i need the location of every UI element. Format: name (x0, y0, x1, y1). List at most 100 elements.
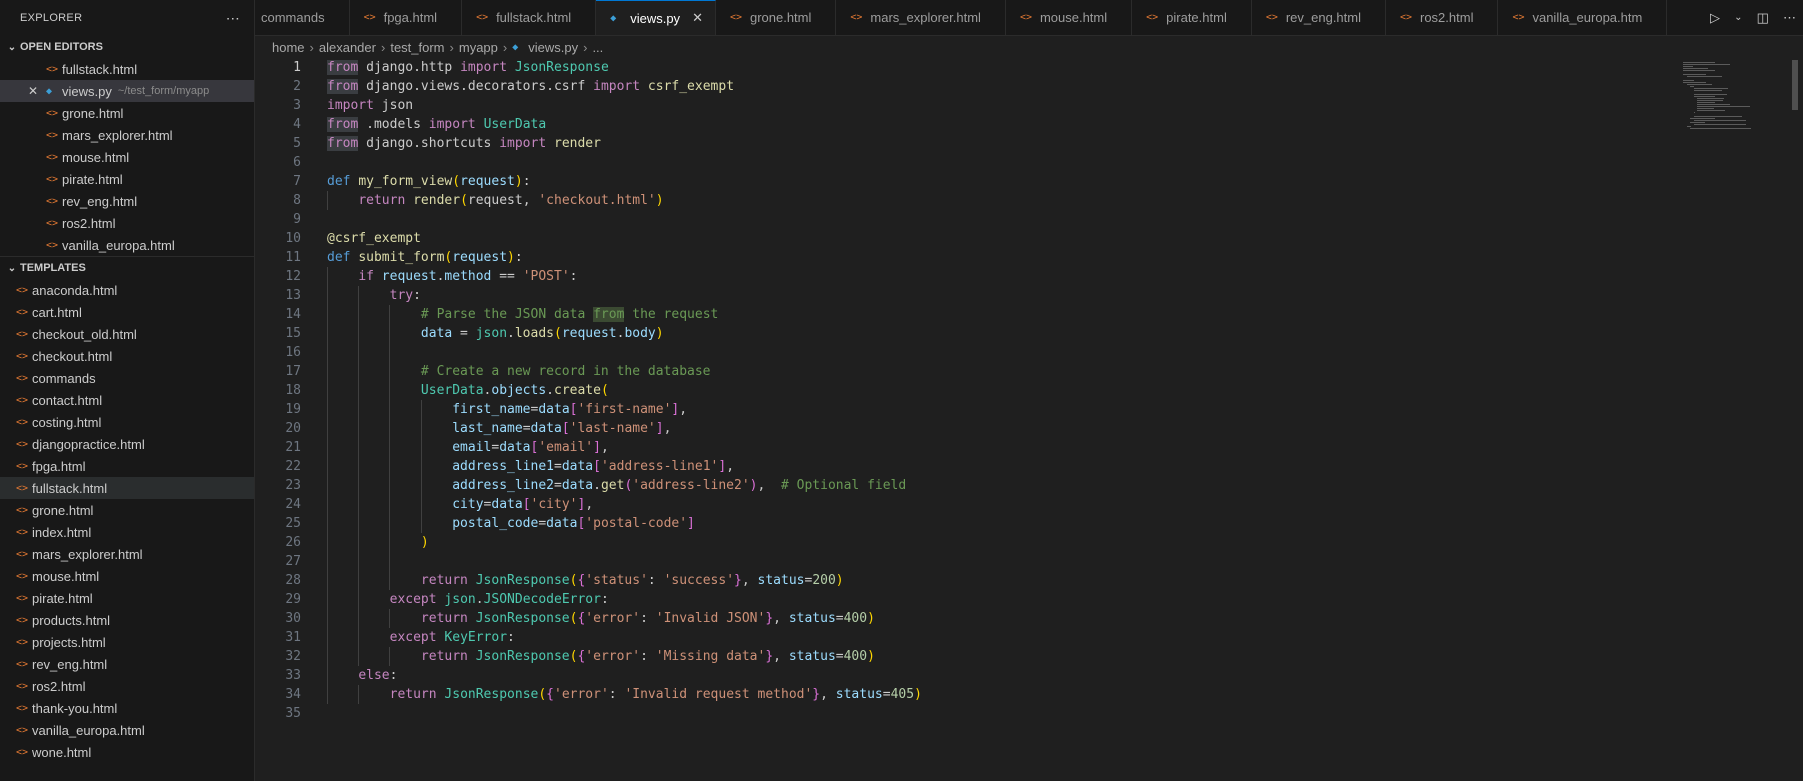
code-token: 'Missing data' (655, 649, 766, 664)
code-token: = (553, 478, 562, 493)
code-token: 'first-name' (577, 402, 672, 417)
template-file-item[interactable]: <> ros2.html (0, 675, 254, 697)
code-token: data (546, 516, 578, 531)
code-token: ) (507, 250, 515, 265)
code-editor[interactable]: 1 from django.http import JsonResponse 2 fr… (255, 58, 1675, 781)
chevron-down-icon[interactable]: ⌄ (1734, 12, 1742, 23)
code-line: 29 except json.JSONDecodeError: (255, 590, 1675, 609)
minimap-line (1693, 116, 1743, 117)
code-line: 35 (255, 704, 1675, 723)
split-editor-icon[interactable]: ◫ (1757, 10, 1769, 26)
code-token: objects (491, 383, 547, 398)
editor-actions: ▷ ⌄ ◫ ⋯ (1703, 0, 1803, 35)
code-token: import (460, 60, 508, 75)
editor-tab[interactable]: <> fpga.html (350, 0, 463, 35)
more-actions-icon[interactable]: ⋯ (226, 10, 240, 27)
template-file-item[interactable]: <> pirate.html (0, 587, 254, 609)
vertical-scrollbar[interactable] (1788, 58, 1802, 781)
open-editor-item[interactable]: <> mars_explorer.html (0, 124, 254, 146)
open-editor-item[interactable]: <> pirate.html (0, 168, 254, 190)
open-editor-item[interactable]: <> mouse.html (0, 146, 254, 168)
template-file-item[interactable]: <> index.html (0, 521, 254, 543)
open-editor-item[interactable]: <> grone.html (0, 102, 254, 124)
code-token: : (569, 269, 578, 284)
template-file-item[interactable]: <> cart.html (0, 301, 254, 323)
line-number: 23 (285, 478, 301, 493)
template-file-label: commands (32, 370, 96, 386)
editor-tab[interactable]: <> vanilla_europa.htm (1498, 0, 1668, 35)
code-text: city=data['city'], (327, 495, 593, 514)
open-editor-item[interactable]: <> vanilla_europa.html (0, 234, 254, 256)
editor-tab[interactable]: <> grone.html (716, 0, 837, 35)
template-file-item[interactable]: <> grone.html (0, 499, 254, 521)
code-line: 27 (255, 552, 1675, 571)
open-editor-item[interactable]: <> rev_eng.html (0, 190, 254, 212)
template-file-item[interactable]: <> anaconda.html (0, 279, 254, 301)
editor-tab-label: vanilla_europa.htm (1532, 10, 1643, 25)
template-file-item[interactable]: <> fullstack.html (0, 477, 254, 499)
breadcrumb-item[interactable]: ... (592, 40, 603, 55)
code-token: ] (593, 440, 601, 455)
code-line: 20 last_name=data['last-name'], (255, 419, 1675, 438)
templates-header[interactable]: ⌄ TEMPLATES (0, 256, 254, 279)
breadcrumb-item[interactable]: home (272, 40, 305, 55)
code-token: submit_form (358, 250, 445, 265)
template-file-item[interactable]: <> projects.html (0, 631, 254, 653)
template-file-item[interactable]: <> contact.html (0, 389, 254, 411)
run-icon[interactable]: ▷ (1710, 10, 1720, 26)
editor-tab[interactable]: <> mouse.html (1006, 0, 1133, 35)
breadcrumb-item[interactable]: myapp (459, 40, 498, 55)
open-editor-item[interactable]: <> ros2.html (0, 212, 254, 234)
template-file-item[interactable]: <> costing.html (0, 411, 254, 433)
template-file-label: contact.html (32, 392, 103, 408)
line-number: 17 (285, 364, 301, 379)
template-file-item[interactable]: <> mars_explorer.html (0, 543, 254, 565)
template-file-item[interactable]: <> wone.html (0, 741, 254, 763)
template-file-item[interactable]: <> commands (0, 367, 254, 389)
template-file-item[interactable]: <> rev_eng.html (0, 653, 254, 675)
editor-tab[interactable]: <> fullstack.html (462, 0, 597, 35)
template-file-label: vanilla_europa.html (32, 722, 145, 738)
line-number: 1 (293, 60, 301, 75)
template-file-item[interactable]: <> checkout.html (0, 345, 254, 367)
scrollbar-thumb[interactable] (1792, 60, 1798, 110)
template-file-item[interactable]: <> products.html (0, 609, 254, 631)
minimap[interactable] (1675, 58, 1785, 208)
template-file-item[interactable]: <> vanilla_europa.html (0, 719, 254, 741)
code-token: 'address-line2' (632, 478, 750, 493)
editor-tab[interactable]: <> pirate.html (1132, 0, 1252, 35)
code-text: data = json.loads(request.body) (327, 324, 664, 343)
editor-tab[interactable]: commands (255, 0, 350, 35)
code-text: address_line1=data['address-line1'], (327, 457, 734, 476)
line-number: 8 (293, 193, 301, 208)
code-token: status (788, 649, 836, 664)
editor-tab[interactable]: ◆ views.py ✕ (596, 0, 716, 35)
open-editor-item[interactable]: <> fullstack.html (0, 58, 254, 80)
template-file-item[interactable]: <> mouse.html (0, 565, 254, 587)
close-icon[interactable]: ✕ (28, 84, 38, 98)
template-file-item[interactable]: <> checkout_old.html (0, 323, 254, 345)
code-token: . (507, 326, 515, 341)
open-editor-item[interactable]: ✕ ◆ views.py ~/test_form/myapp (0, 80, 254, 102)
template-file-item[interactable]: <> fpga.html (0, 455, 254, 477)
editor-tab[interactable]: <> rev_eng.html (1252, 0, 1386, 35)
code-line: 18 UserData.objects.create( (255, 381, 1675, 400)
editor-tab[interactable]: <> mars_explorer.html (836, 0, 1006, 35)
template-file-item[interactable]: <> djangopractice.html (0, 433, 254, 455)
breadcrumb-item[interactable]: views.py (528, 40, 578, 55)
breadcrumb-item[interactable]: alexander (319, 40, 376, 55)
template-file-item[interactable]: <> thank-you.html (0, 697, 254, 719)
editor-tab-label: commands (261, 10, 325, 25)
breadcrumb-item[interactable]: test_form (390, 40, 444, 55)
code-text: return JsonResponse({'error': 'Invalid J… (327, 609, 875, 628)
editor-tab[interactable]: <> ros2.html (1386, 0, 1499, 35)
close-icon[interactable]: ✕ (692, 10, 703, 26)
code-token: else (358, 668, 390, 683)
line-number: 14 (285, 307, 301, 322)
open-editors-header[interactable]: ⌄ OPEN EDITORS (0, 36, 254, 58)
code-token: render (413, 193, 461, 208)
more-actions-icon[interactable]: ⋯ (1783, 10, 1796, 26)
